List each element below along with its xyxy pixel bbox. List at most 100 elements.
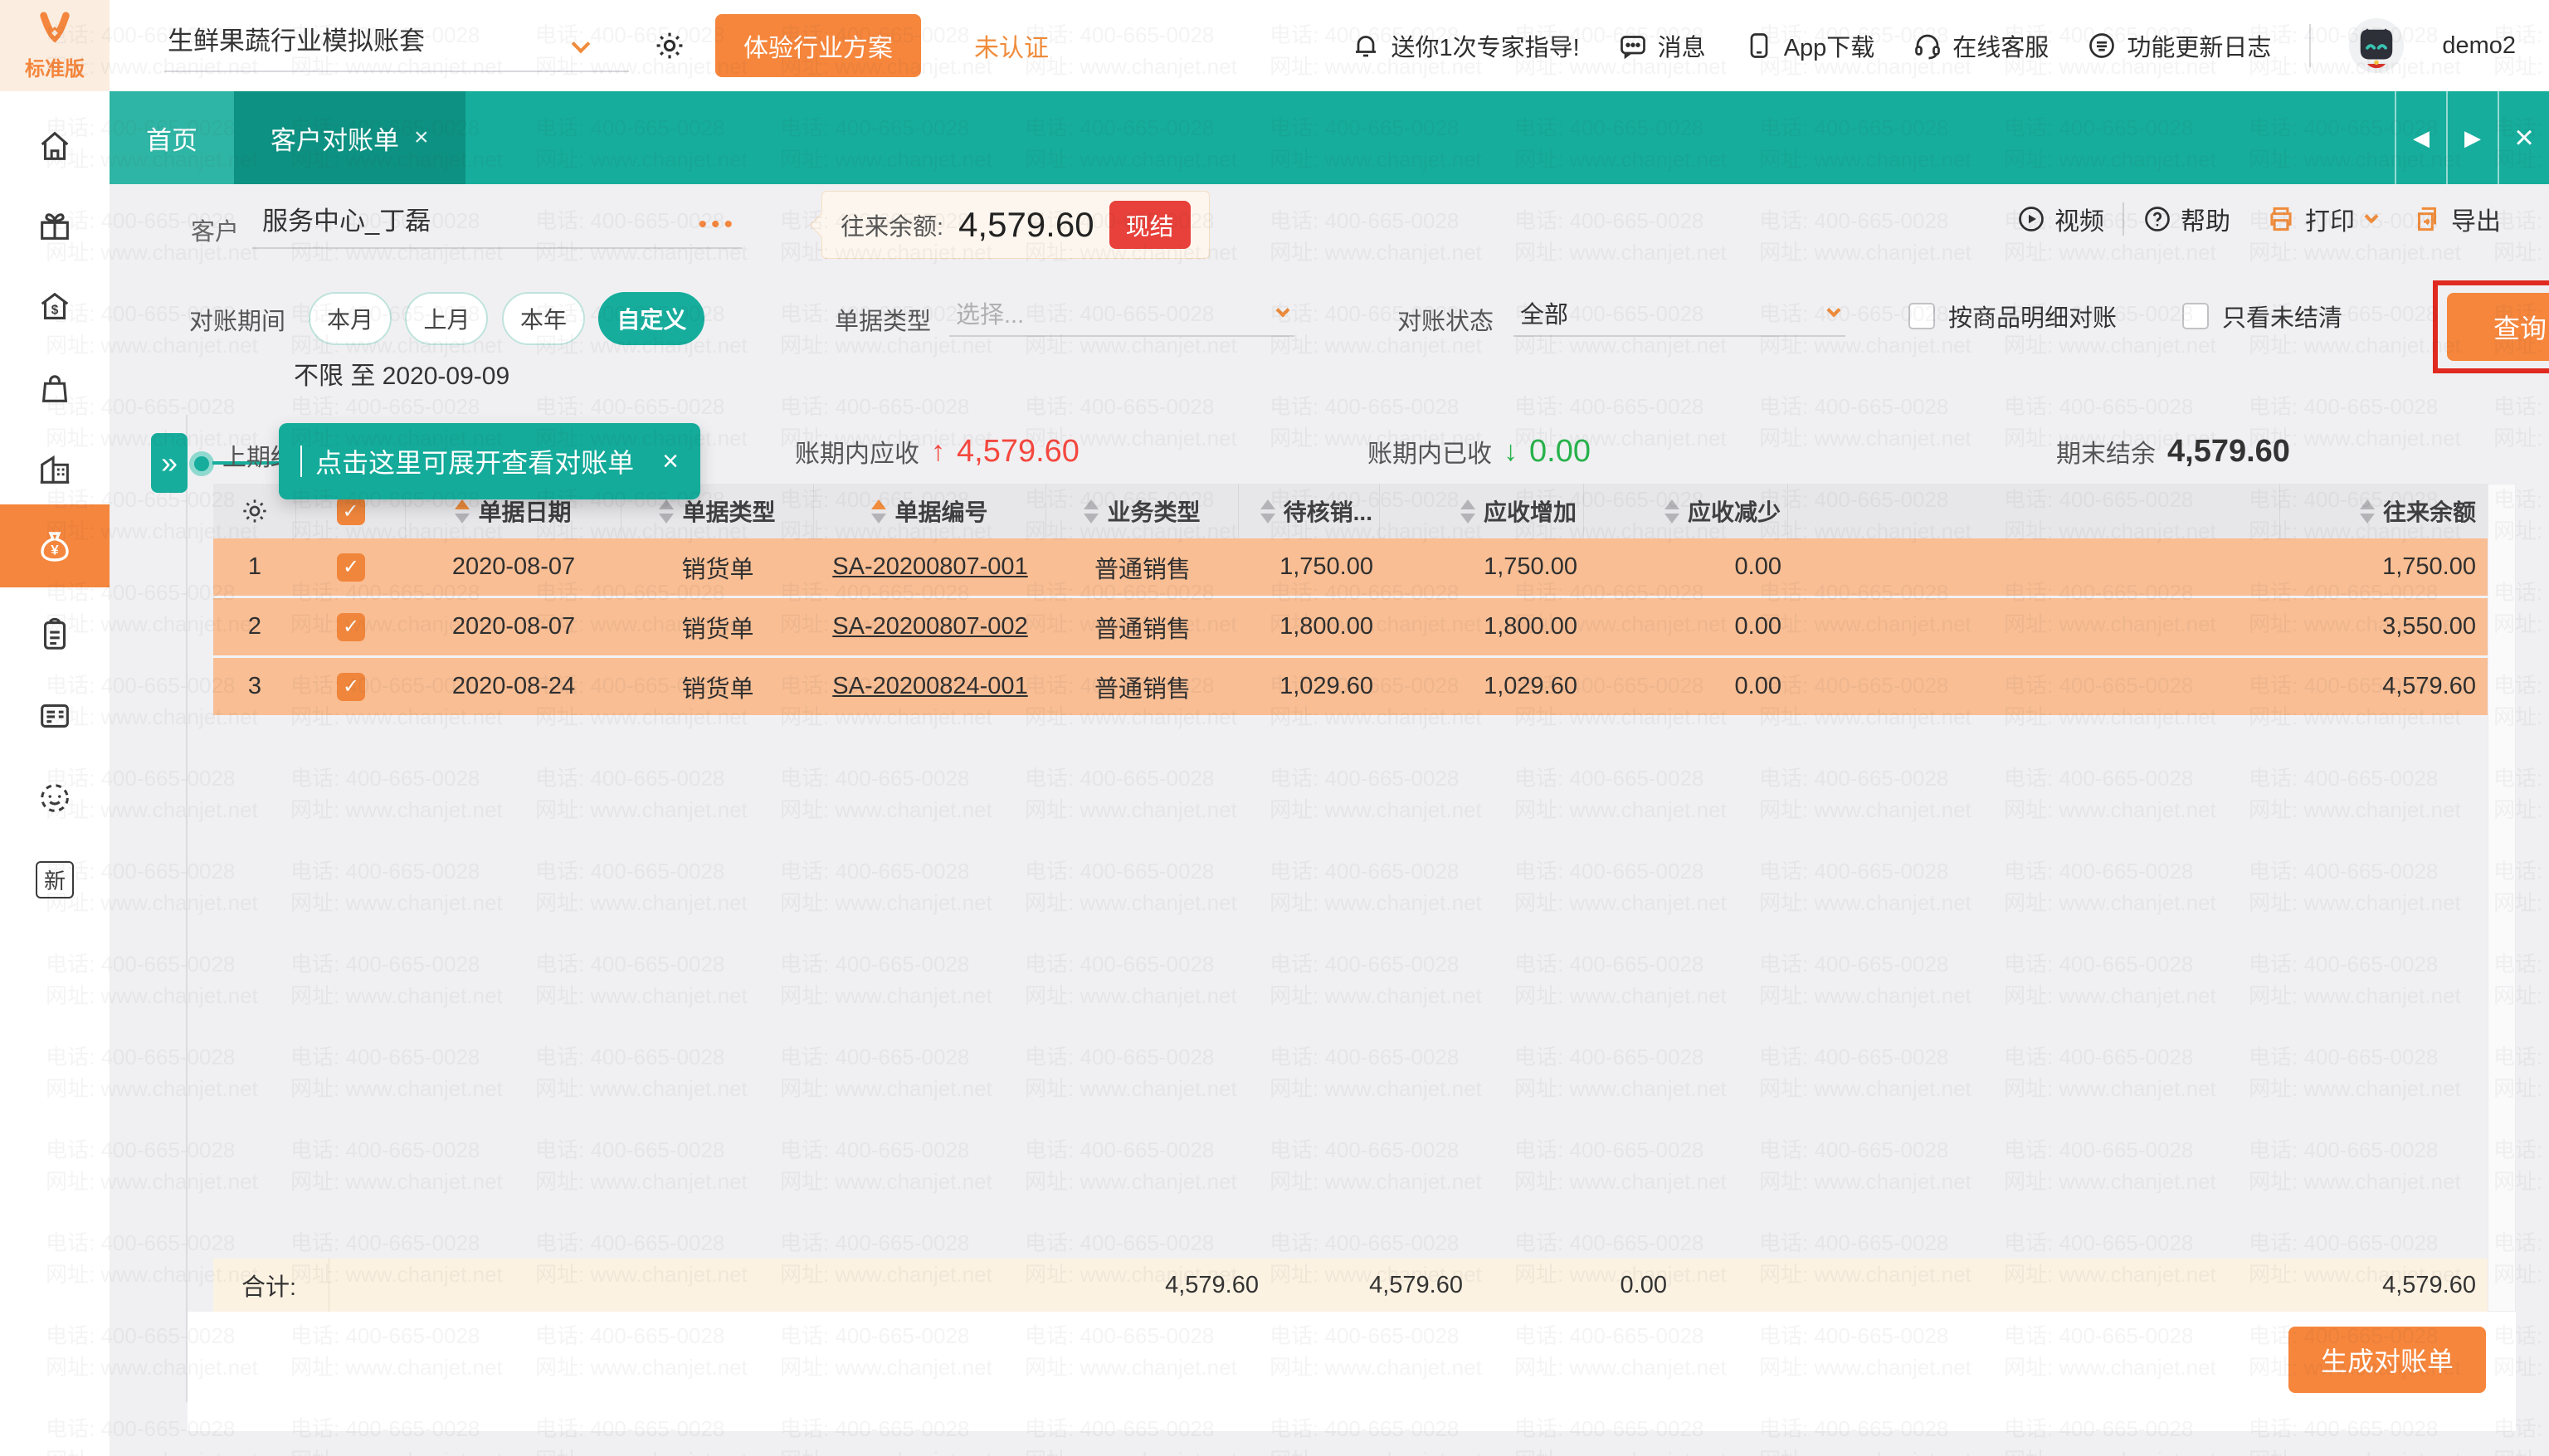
print-chevron-down-icon[interactable] [2365, 210, 2379, 224]
sort-arrows-icon[interactable] [1260, 499, 1275, 523]
detail-reconcile-label: 按商品明细对账 [1948, 299, 2117, 334]
account-selector[interactable]: 生鲜果蔬行业模拟账套 [164, 20, 629, 72]
statement-table: ✓ 单据日期 单据类型 单据编号 业务类型 待核销... [213, 484, 2488, 718]
header-increase[interactable]: 应收增加 [1380, 484, 1584, 538]
checkbox-unchecked-icon[interactable] [1908, 303, 1935, 329]
query-button[interactable]: 查询 [2447, 293, 2549, 361]
sidebar-item-home[interactable] [0, 106, 110, 186]
header-doc-no[interactable]: 单据编号 [814, 484, 1046, 538]
sort-arrows-icon[interactable] [2360, 499, 2375, 523]
avatar[interactable] [2349, 18, 2404, 73]
period-this-year[interactable]: 本年 [502, 292, 585, 345]
messages-label: 消息 [1658, 28, 1706, 63]
expand-panel-button[interactable]: » [151, 433, 188, 493]
cell-doc-type: 销货单 [621, 538, 814, 596]
balance-tooltip: 往来余额: 4,579.60 现结 [821, 191, 1210, 259]
cell-increase: 1,750.00 [1380, 538, 1584, 596]
verify-status[interactable]: 未认证 [974, 27, 1049, 64]
sidebar-item-new[interactable]: 新 [0, 840, 110, 919]
table-row[interactable]: 1 ✓ 2020-08-07 销货单 SA-20200807-001 普通销售 … [213, 538, 2488, 598]
period-last-month[interactable]: 上月 [405, 292, 488, 345]
trial-plan-button[interactable]: 体验行业方案 [715, 14, 921, 77]
checkbox-unchecked-icon[interactable] [2182, 303, 2209, 329]
cell-doc-date: 2020-08-07 [406, 538, 621, 596]
sidebar-item-funds-active[interactable]: ¥ [0, 504, 110, 587]
top-bar: 标准版 生鲜果蔬行业模拟账套 体验行业方案 未认证 送你1次专家指导! [0, 0, 2549, 91]
received-value: 0.00 [1529, 434, 1591, 470]
header-decrease[interactable]: 应收减少 [1584, 484, 1788, 538]
period-range-text[interactable]: 不限 至 2020-09-09 [294, 355, 509, 392]
report-card-icon [36, 696, 74, 734]
messages-item[interactable]: 消息 [1618, 28, 1706, 63]
generate-statement-button[interactable]: 生成对账单 [2288, 1327, 2486, 1393]
app-download-item[interactable]: App下载 [1744, 28, 1875, 63]
doc-no-link[interactable]: SA-20200807-002 [832, 613, 1027, 640]
table-scrollbar-track[interactable] [2488, 484, 2516, 1312]
tooltip-close-icon[interactable]: × [662, 446, 679, 478]
cell-pending: 1,029.60 [1239, 658, 1380, 715]
doc-no-link[interactable]: SA-20200807-001 [832, 553, 1027, 581]
unsettled-only-checkbox[interactable]: 只看未结清 [2182, 299, 2342, 334]
cell-biz-type: 普通销售 [1046, 538, 1239, 596]
footer-bar: 生成对账单 [188, 1312, 2516, 1431]
sidebar-item-reports[interactable] [0, 675, 110, 755]
tab-close-icon[interactable]: × [414, 124, 429, 152]
total-balance: 4,579.60 [2280, 1259, 2488, 1312]
changelog-item[interactable]: 功能更新日志 [2087, 28, 2271, 63]
tab-scroll-left-button[interactable]: ◀ [2395, 91, 2446, 184]
header-pending[interactable]: 待核销... [1239, 484, 1380, 538]
smiley-dashed-icon [36, 779, 74, 817]
header-balance[interactable]: 往来余额 [2280, 484, 2488, 538]
sort-arrows-icon[interactable] [659, 499, 674, 523]
row-checkbox-checked[interactable]: ✓ [337, 673, 365, 701]
doc-no-link[interactable]: SA-20200824-001 [832, 673, 1027, 700]
sort-arrows-icon[interactable] [1664, 499, 1679, 523]
sidebar-item-bills[interactable] [0, 594, 110, 674]
sort-arrows-icon[interactable] [1084, 499, 1099, 523]
question-circle-icon [2142, 204, 2172, 234]
sort-arrows-icon[interactable] [1460, 499, 1475, 523]
customer-more-icon[interactable]: ••• [698, 211, 737, 239]
period-pills: 本月 上月 本年 自定义 [309, 292, 714, 345]
export-button[interactable]: 导出 [2411, 201, 2501, 237]
print-button[interactable]: 打印 [2265, 201, 2376, 237]
customer-select-field[interactable]: 服务中心_丁磊 ••• [252, 189, 742, 249]
sidebar-item-assistant[interactable] [0, 758, 110, 838]
tab-home[interactable]: 首页 [110, 91, 234, 184]
table-row[interactable]: 2 ✓ 2020-08-07 销货单 SA-20200807-002 普通销售 … [213, 598, 2488, 658]
help-button[interactable]: 帮助 [2142, 201, 2230, 237]
app-logo[interactable]: 标准版 [0, 0, 110, 91]
row-checkbox-checked[interactable]: ✓ [337, 613, 365, 641]
expert-tip-item[interactable]: 送你1次专家指导! [1351, 28, 1579, 63]
customer-bar: 客户 服务中心_丁磊 ••• 往来余额: 4,579.60 现结 视频 帮助 [110, 184, 2549, 265]
doc-type-placeholder: 选择... [956, 295, 1024, 330]
period-this-month[interactable]: 本月 [309, 292, 392, 345]
sort-arrows-icon[interactable] [871, 499, 886, 523]
header-biz-type[interactable]: 业务类型 [1046, 484, 1239, 538]
table-row[interactable]: 3 ✓ 2020-08-24 销货单 SA-20200824-001 普通销售 … [213, 658, 2488, 718]
tab-customer-statement[interactable]: 客户对账单 × [234, 91, 465, 184]
doc-type-select[interactable]: 选择... [949, 290, 1294, 337]
checkbox-checked-icon[interactable]: ✓ [337, 497, 365, 525]
ending-balance-summary: 期末结余 4,579.60 [2056, 433, 2290, 470]
total-label: 合计: [213, 1259, 329, 1312]
period-custom[interactable]: 自定义 [598, 292, 704, 345]
annotation-highlight-box: 查询 [2433, 280, 2549, 373]
video-button[interactable]: 视频 [2016, 201, 2104, 237]
detail-reconcile-checkbox[interactable]: 按商品明细对账 [1908, 299, 2117, 334]
online-service-label: 在线客服 [1952, 28, 2049, 63]
cell-pending: 1,750.00 [1239, 538, 1380, 596]
sort-arrows-icon[interactable] [455, 499, 470, 523]
tab-scroll-right-button[interactable]: ▶ [2446, 91, 2498, 184]
settings-gear-icon[interactable] [652, 28, 687, 63]
tabs-close-all-button[interactable]: × [2498, 91, 2549, 184]
cell-doc-date: 2020-08-07 [406, 598, 621, 655]
settle-now-badge[interactable]: 现结 [1109, 201, 1191, 249]
cell-biz-type: 普通销售 [1046, 598, 1239, 655]
username[interactable]: demo2 [2442, 32, 2516, 60]
row-checkbox-checked[interactable]: ✓ [337, 553, 365, 582]
online-service-item[interactable]: 在线客服 [1913, 28, 2049, 63]
sidebar-item-gift[interactable] [0, 186, 110, 265]
status-select[interactable]: 全部 [1513, 290, 1845, 337]
sidebar-item-sales[interactable]: $ [0, 267, 110, 347]
